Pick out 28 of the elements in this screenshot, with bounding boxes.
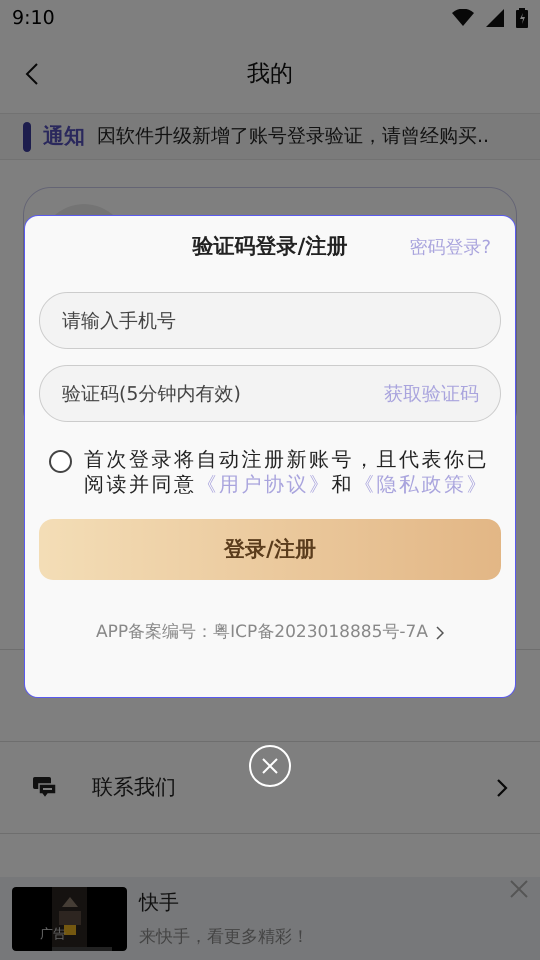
chevron-right-icon <box>496 778 508 798</box>
notice-text: 因软件升级新增了账号登录验证，请曾经购买.. <box>97 124 490 150</box>
ad-title: 快手 <box>139 888 180 916</box>
ad-label: 广告 <box>40 926 66 944</box>
menu-item[interactable]: 联系我们 <box>0 742 540 834</box>
login-register-button[interactable]: 登录/注册 <box>39 519 501 580</box>
user-agreement-link[interactable]: 《用户协议》 <box>196 472 332 496</box>
agreement-checkbox[interactable] <box>49 450 72 473</box>
agreement-text: 首次登录将自动注册新账号，且代表你已阅读并同意《用户协议》和《隐私政策》 <box>84 447 490 497</box>
page-title: 我的 <box>247 60 293 90</box>
dialog-title: 验证码登录/注册 <box>192 233 348 260</box>
menu-label: 联系我们 <box>92 774 177 801</box>
back-icon <box>25 63 39 85</box>
wifi-icon <box>452 9 474 27</box>
chat-icon <box>32 776 58 800</box>
close-dialog-button[interactable] <box>249 745 291 787</box>
icp-link[interactable]: APP备案编号：粤ICP备2023018885号-7A <box>96 620 444 646</box>
battery-icon <box>516 8 528 28</box>
status-time: 9:10 <box>12 6 55 31</box>
signal-icon <box>486 9 504 27</box>
get-code-button[interactable]: 获取验证码 <box>384 380 479 408</box>
password-login-link[interactable]: 密码登录? <box>409 234 491 261</box>
close-icon <box>262 758 278 774</box>
privacy-policy-link[interactable]: 《隐私政策》 <box>354 472 489 496</box>
phone-input-field[interactable]: 请输入手机号 <box>39 292 501 349</box>
notice-marker-icon <box>23 122 31 152</box>
notice-label: 通知 <box>43 122 85 150</box>
chevron-right-icon <box>436 626 444 640</box>
